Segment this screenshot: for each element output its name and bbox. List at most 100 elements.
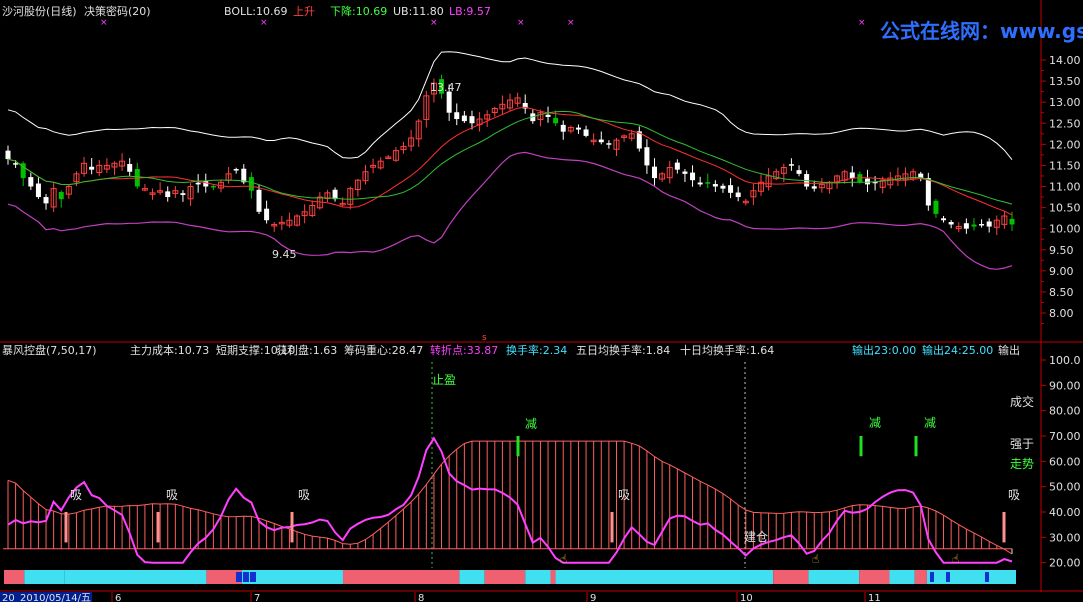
indicator-bar: 暴风控盘(7,50,17) 主力成本:10.73 短期支撑:10.10获利盘:1.6… bbox=[2, 343, 1020, 357]
candle-body bbox=[89, 166, 95, 170]
indicator-item-0: 暴风控盘(7,50,17) bbox=[2, 343, 97, 357]
strip-block bbox=[243, 572, 249, 582]
strip-segment bbox=[889, 570, 915, 584]
ind-tick-label: 30.00 bbox=[1049, 531, 1081, 544]
stock-chart[interactable]: 沙河股份(日线) 决策密码(20) BOLL:10.69 上升 下降:10.69… bbox=[0, 0, 1083, 602]
price-tick-label: 11.50 bbox=[1049, 159, 1081, 172]
price-tick-label: 11.00 bbox=[1049, 181, 1081, 194]
formula-name: 决策密码(20) bbox=[84, 4, 151, 18]
lb-value: LB:9.57 bbox=[449, 5, 491, 18]
candle-body bbox=[728, 185, 734, 193]
candle-body bbox=[1009, 218, 1015, 225]
price-tick-label: 14.00 bbox=[1049, 54, 1081, 67]
candle-body bbox=[469, 116, 475, 124]
jian-label-1: 减 bbox=[525, 417, 537, 431]
candle-body bbox=[925, 178, 931, 206]
indicator-item-4: 筹码重心:28.47 bbox=[344, 343, 423, 357]
candle-body bbox=[5, 150, 11, 160]
date-start: 2010/05/14/五 bbox=[20, 593, 91, 602]
strip-segment bbox=[241, 570, 344, 584]
candle-body bbox=[241, 168, 247, 183]
ind-tick-label: 40.00 bbox=[1049, 506, 1081, 519]
indicator-item-1: 主力成本:10.73 bbox=[130, 343, 209, 357]
indicator-item-6: 换手率:2.34 bbox=[506, 343, 567, 357]
candle-body bbox=[682, 171, 688, 174]
ind-tick-label: 80.00 bbox=[1049, 405, 1081, 418]
boll-value: BOLL:10.69 bbox=[224, 5, 287, 18]
price-tick-label: 10.50 bbox=[1049, 202, 1081, 215]
candle-body bbox=[690, 172, 696, 181]
top-marker: × bbox=[260, 18, 268, 28]
price-tick-label: 12.00 bbox=[1049, 138, 1081, 151]
candle-body bbox=[13, 163, 19, 165]
candle-body bbox=[180, 193, 186, 195]
watermark: 公式在线网：www.gszx.com.cn bbox=[880, 19, 1083, 43]
candle-body bbox=[712, 184, 718, 187]
top-marker: × bbox=[100, 18, 108, 28]
strip-segment bbox=[343, 570, 460, 584]
ind-tick-label: 70.00 bbox=[1049, 430, 1081, 443]
high-annotation: 13.47 bbox=[430, 81, 462, 94]
candle-body bbox=[971, 224, 977, 227]
candle-body bbox=[545, 114, 551, 117]
strip-block bbox=[250, 572, 256, 582]
strip-block bbox=[236, 572, 242, 582]
price-tick-label: 8.50 bbox=[1049, 286, 1074, 299]
hand-icon: ☝ bbox=[952, 552, 959, 566]
top-marker: × bbox=[517, 18, 525, 28]
candle-body bbox=[697, 182, 703, 185]
strip-segment bbox=[808, 570, 860, 584]
jiancang-label: 建仓 bbox=[744, 530, 768, 544]
candle-body bbox=[705, 182, 711, 184]
candle-body bbox=[256, 189, 262, 212]
signal-strip bbox=[4, 570, 1016, 584]
price-tick-label: 9.00 bbox=[1049, 265, 1074, 278]
strip-segment bbox=[64, 570, 207, 584]
ind-tick-label: 50.00 bbox=[1049, 481, 1081, 494]
candle-body bbox=[652, 166, 658, 179]
zoushi-label: 走势 bbox=[1010, 457, 1034, 471]
chengjiao-label: 成交 bbox=[1010, 394, 1034, 409]
candle-body bbox=[606, 143, 612, 145]
xi-label-1: 吸 bbox=[70, 488, 82, 502]
s-marker: s bbox=[482, 333, 487, 343]
indicator-item-9: 输出23:0.00 bbox=[852, 343, 916, 357]
qiangyu-label: 强于 bbox=[1010, 437, 1034, 451]
candle-body bbox=[941, 218, 947, 221]
stock-title: 沙河股份(日线) bbox=[2, 4, 77, 18]
candle-body bbox=[575, 127, 581, 130]
indicator-item-11: 输出 bbox=[998, 343, 1020, 357]
jian-label-3: 减 bbox=[924, 416, 936, 430]
candle-body bbox=[35, 183, 41, 198]
candle-body bbox=[195, 182, 201, 185]
strip-segment bbox=[859, 570, 890, 584]
indicator-item-3: 获利盘:1.63 bbox=[276, 343, 337, 357]
top-marker: × bbox=[567, 18, 575, 28]
candle-body bbox=[735, 192, 741, 198]
candle-body bbox=[446, 91, 452, 113]
xi-label-4: 吸 bbox=[618, 488, 630, 502]
strip-segment bbox=[773, 570, 809, 584]
xi-label-5: 吸 bbox=[1008, 488, 1020, 502]
month-label-6: 6 bbox=[115, 593, 121, 602]
candle-body bbox=[720, 185, 726, 189]
lower-value: 下降:10.69 bbox=[330, 4, 387, 18]
month-label-8: 8 bbox=[418, 593, 424, 602]
candle-body bbox=[553, 118, 559, 124]
ind-tick-label: 90.00 bbox=[1049, 379, 1081, 392]
price-tick-label: 12.50 bbox=[1049, 117, 1081, 130]
strip-segment bbox=[459, 570, 485, 584]
ind-tick-label: 20.00 bbox=[1049, 557, 1081, 570]
upper-label: 上升 bbox=[293, 5, 315, 18]
candle-body bbox=[43, 197, 49, 204]
price-tick-label: 9.50 bbox=[1049, 244, 1074, 257]
candle-body bbox=[811, 186, 817, 189]
strip-segment bbox=[914, 570, 927, 584]
candle-body bbox=[583, 129, 589, 136]
indicator-item-8: 十日均换手率:1.64 bbox=[680, 343, 774, 357]
strip-segment bbox=[4, 570, 25, 584]
strip-segment bbox=[24, 570, 65, 584]
candle-body bbox=[788, 164, 794, 166]
hand-icon: ☝ bbox=[560, 552, 567, 566]
candle-body bbox=[127, 163, 133, 172]
